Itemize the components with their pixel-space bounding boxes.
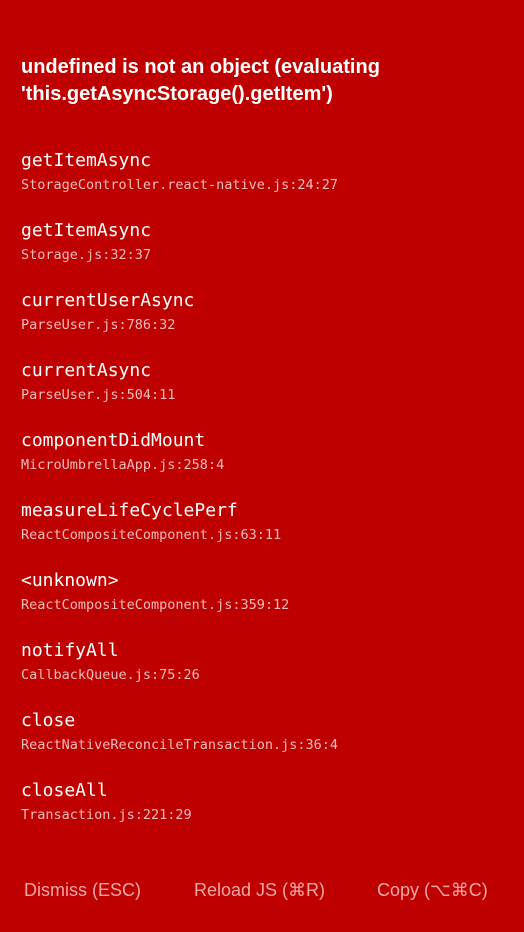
frame-method: close <box>21 710 76 731</box>
frame-method: componentDidMount <box>21 430 206 451</box>
stack-frame[interactable]: closeAll Transaction.js:221:29 <box>21 778 511 848</box>
frame-location: CallbackQueue.js:75:26 <box>21 667 200 683</box>
frame-location: Storage.js:32:37 <box>21 247 152 263</box>
frame-location: ReactNativeReconcileTransaction.js:36:4 <box>21 737 338 753</box>
frame-method: getItemAsync <box>21 220 152 241</box>
stack-frame[interactable]: currentAsync ParseUser.js:504:11 <box>21 358 511 428</box>
stack-frame[interactable]: <unknown> ReactCompositeComponent.js:359… <box>21 568 511 638</box>
stack-frame[interactable]: close ReactNativeReconcileTransaction.js… <box>21 708 511 778</box>
frame-location: ParseUser.js:786:32 <box>21 317 176 333</box>
frame-method: currentAsync <box>21 360 152 381</box>
redbox-error-screen: undefined is not an object (evaluating '… <box>0 0 524 932</box>
frame-method: currentUserAsync <box>21 290 195 311</box>
frame-method: notifyAll <box>21 640 119 661</box>
frame-location: Transaction.js:221:29 <box>21 807 192 823</box>
frame-method: measureLifeCyclePerf <box>21 500 238 521</box>
frame-location: ParseUser.js:504:11 <box>21 387 176 403</box>
stack-frame[interactable]: getItemAsync Storage.js:32:37 <box>21 218 511 288</box>
frame-method: <unknown> <box>21 570 119 591</box>
frame-method: getItemAsync <box>21 150 152 171</box>
frame-location: ReactCompositeComponent.js:63:11 <box>21 527 282 543</box>
reload-js-button[interactable]: Reload JS (⌘R) <box>194 870 325 910</box>
error-message: undefined is not an object (evaluating '… <box>21 56 380 105</box>
frame-location: ReactCompositeComponent.js:359:12 <box>21 597 290 613</box>
dismiss-button[interactable]: Dismiss (ESC) <box>24 870 141 910</box>
stack-frame[interactable]: measureLifeCyclePerf ReactCompositeCompo… <box>21 498 511 568</box>
stack-frame[interactable]: componentDidMount MicroUmbrellaApp.js:25… <box>21 428 511 498</box>
stack-trace: getItemAsync StorageController.react-nat… <box>21 148 511 848</box>
frame-location: StorageController.react-native.js:24:27 <box>21 177 338 193</box>
frame-method: closeAll <box>21 780 108 801</box>
frame-location: MicroUmbrellaApp.js:258:4 <box>21 457 225 473</box>
stack-frame[interactable]: notifyAll CallbackQueue.js:75:26 <box>21 638 511 708</box>
copy-button[interactable]: Copy (⌥⌘C) <box>377 870 488 910</box>
action-bar: Dismiss (ESC) Reload JS (⌘R) Copy (⌥⌘C) <box>0 870 524 910</box>
stack-frame[interactable]: getItemAsync StorageController.react-nat… <box>21 148 511 218</box>
stack-frame[interactable]: currentUserAsync ParseUser.js:786:32 <box>21 288 511 358</box>
